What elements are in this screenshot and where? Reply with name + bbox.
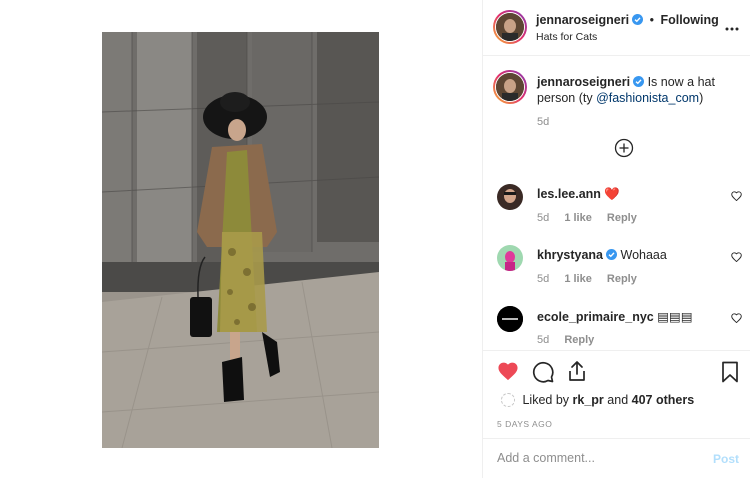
separator-dot: • xyxy=(649,13,654,27)
comment-likes[interactable]: 1 like xyxy=(564,212,592,224)
comment-text: Wohaaa xyxy=(620,248,667,262)
liked-by-and: and xyxy=(607,393,629,407)
comment-time[interactable]: 5d xyxy=(537,334,549,346)
post-location[interactable]: Hats for Cats xyxy=(536,31,597,43)
reply-button[interactable]: Reply xyxy=(607,212,637,224)
reply-button[interactable]: Reply xyxy=(564,334,594,346)
commenter-avatar[interactable] xyxy=(497,184,523,210)
liked-by-others[interactable]: 407 others xyxy=(632,393,695,407)
comment-username[interactable]: les.lee.ann xyxy=(537,187,601,201)
author-avatar[interactable] xyxy=(493,10,527,44)
caption: jennaroseigneri Is now a hat person (ty … xyxy=(537,74,742,106)
commenter-avatar[interactable] xyxy=(497,306,523,332)
plus-circle-icon[interactable] xyxy=(614,138,634,161)
bookmark-icon[interactable] xyxy=(721,361,739,386)
comment-text: ❤️ xyxy=(604,187,620,201)
like-heart-icon[interactable] xyxy=(497,361,519,384)
caption-time[interactable]: 5d xyxy=(537,116,549,128)
post-actions: Liked by rk_pr and 407 others 5 DAYS AGO xyxy=(483,350,750,438)
comment-username[interactable]: khrystyana xyxy=(537,248,603,262)
post-photo[interactable] xyxy=(102,32,379,448)
caption-avatar[interactable] xyxy=(493,70,527,104)
liked-by-user[interactable]: rk_pr xyxy=(573,393,604,407)
comment-input[interactable] xyxy=(497,451,697,465)
following-button[interactable]: Following xyxy=(660,13,718,27)
like-comment-heart-icon[interactable] xyxy=(731,312,742,326)
share-icon[interactable] xyxy=(567,360,587,385)
comment-text: ▤▤▤ xyxy=(657,309,693,324)
add-comment-bar: Post xyxy=(483,438,750,478)
liked-by-prefix: Liked by xyxy=(522,393,570,407)
comment-time[interactable]: 5d xyxy=(537,212,549,224)
comment-time[interactable]: 5d xyxy=(537,273,549,285)
like-comment-heart-icon[interactable] xyxy=(731,251,742,265)
verified-badge-icon xyxy=(633,76,645,87)
reply-button[interactable]: Reply xyxy=(607,273,637,285)
comment-username[interactable]: ecole_primaire_nyc xyxy=(537,310,654,324)
likes-summary: Liked by rk_pr and 407 others xyxy=(501,393,694,407)
post-header: jennaroseigneri • Following Hats for Cat… xyxy=(483,0,750,56)
liked-by-avatars-icon[interactable] xyxy=(501,393,515,407)
comment-item: khrystyana Wohaaa 5d 1 like Reply xyxy=(483,245,750,303)
post-date[interactable]: 5 DAYS AGO xyxy=(497,419,552,429)
caption-text-end: ) xyxy=(699,91,704,105)
caption-mention-link[interactable]: @fashionista_com xyxy=(596,91,699,105)
post-side-panel: jennaroseigneri • Following Hats for Cat… xyxy=(482,0,750,478)
more-options-icon[interactable] xyxy=(725,20,739,34)
verified-badge-icon xyxy=(632,14,644,25)
comment-bubble-icon[interactable] xyxy=(532,361,554,386)
like-comment-heart-icon[interactable] xyxy=(731,190,742,204)
comment-item: les.lee.ann ❤️ 5d 1 like Reply xyxy=(483,184,750,242)
comment-likes[interactable]: 1 like xyxy=(564,273,592,285)
media-pane xyxy=(0,0,482,478)
verified-badge-icon xyxy=(606,249,618,260)
post-comment-button[interactable]: Post xyxy=(713,452,739,466)
caption-username[interactable]: jennaroseigneri xyxy=(537,75,630,89)
author-username[interactable]: jennaroseigneri xyxy=(536,13,629,27)
commenter-avatar[interactable] xyxy=(497,245,523,271)
